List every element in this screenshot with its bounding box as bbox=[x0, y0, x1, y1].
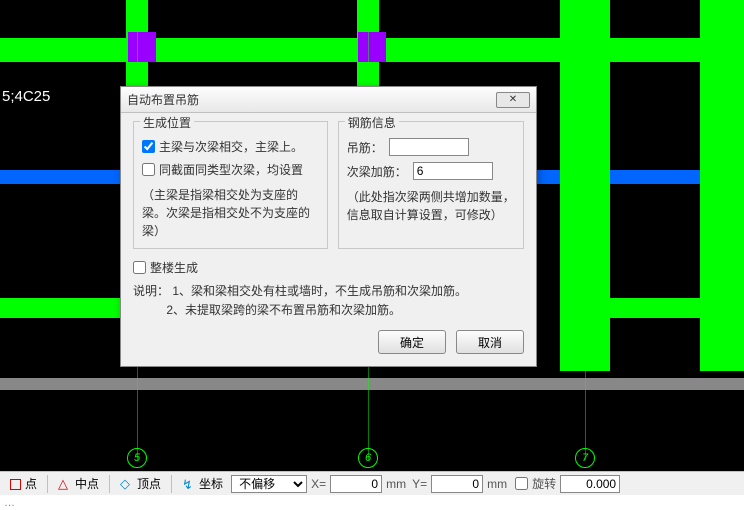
cancel-button[interactable]: 取消 bbox=[456, 330, 524, 354]
dimension-label: 5;4C25 bbox=[2, 88, 50, 105]
footer-text: … bbox=[4, 497, 15, 509]
y-input[interactable] bbox=[431, 475, 483, 493]
explain-label: 说明： bbox=[133, 284, 169, 298]
grid-bubble-6: 6 bbox=[358, 448, 378, 468]
checkbox-whole-floor-label: 整楼生成 bbox=[150, 259, 198, 276]
fieldset-rebar-info: 钢筋信息 吊筋： 次梁加筋： （此处指次梁两侧共增加数量，信息取自计算设置，可修… bbox=[338, 121, 524, 249]
ciliang-label: 次梁加筋： bbox=[347, 163, 407, 180]
status-bar: 点 中点 顶点 ↯ 坐标 不偏移 X= mm Y= mm 旋转 bbox=[0, 471, 744, 495]
footer-strip: … bbox=[0, 495, 744, 510]
separator bbox=[47, 475, 48, 493]
rotate-checkbox[interactable] bbox=[515, 477, 528, 490]
checkbox-main-secondary[interactable]: 主梁与次梁相交，主梁上。 bbox=[142, 138, 319, 155]
grid-bubble-7: 7 bbox=[575, 448, 595, 468]
explain-line2: 2、未提取梁跨的梁不布置吊筋和次梁加筋。 bbox=[166, 303, 401, 317]
beam-h bbox=[0, 38, 560, 62]
coord-label: 坐标 bbox=[199, 475, 223, 492]
rotate-label: 旋转 bbox=[530, 475, 558, 492]
checkbox-main-secondary-label: 主梁与次梁相交，主梁上。 bbox=[159, 138, 303, 155]
snap-toppoint-button[interactable]: 顶点 bbox=[114, 473, 167, 494]
snap-midpoint-button[interactable]: 中点 bbox=[52, 473, 105, 494]
beam-h bbox=[0, 298, 120, 318]
checkbox-same-section-label: 同截面同类型次梁，均设置 bbox=[159, 161, 303, 178]
grid-bubble-5: 5 bbox=[127, 448, 147, 468]
dialog-title-text: 自动布置吊筋 bbox=[127, 91, 199, 108]
checkbox-whole-floor[interactable]: 整楼生成 bbox=[133, 259, 524, 276]
snap-endpoint-button[interactable]: 点 bbox=[2, 473, 43, 494]
snap-toppoint-label: 顶点 bbox=[137, 475, 161, 492]
ciliang-input[interactable] bbox=[413, 162, 493, 180]
snap-midpoint-label: 中点 bbox=[75, 475, 99, 492]
rotate-input[interactable] bbox=[560, 475, 620, 493]
legend-gen-position: 生成位置 bbox=[140, 114, 194, 131]
diaojin-label: 吊筋： bbox=[347, 139, 383, 156]
offset-mode-select[interactable]: 不偏移 bbox=[231, 475, 307, 493]
separator bbox=[171, 475, 172, 493]
column-purple bbox=[128, 32, 156, 62]
y-label: Y= bbox=[410, 477, 429, 491]
toppoint-icon bbox=[120, 477, 134, 491]
explain-line1: 1、梁和梁相交处有柱或墙时，不生成吊筋和次梁加筋。 bbox=[172, 284, 467, 298]
rebar-note: （此处指次梁两侧共增加数量，信息取自计算设置，可修改） bbox=[347, 188, 515, 224]
checkbox-same-section[interactable]: 同截面同类型次梁，均设置 bbox=[142, 161, 319, 178]
checkbox-main-secondary-input[interactable] bbox=[142, 140, 155, 153]
x-input[interactable] bbox=[330, 475, 382, 493]
snap-endpoint-label: 点 bbox=[25, 475, 37, 492]
midpoint-icon bbox=[58, 477, 72, 491]
column-purple bbox=[358, 32, 386, 62]
beam-v bbox=[700, 0, 744, 371]
coord-button[interactable]: ↯ 坐标 bbox=[176, 473, 229, 494]
dialog-titlebar[interactable]: 自动布置吊筋 ✕ bbox=[121, 87, 536, 113]
separator bbox=[109, 475, 110, 493]
endpoint-icon bbox=[8, 477, 22, 491]
checkbox-whole-floor-input[interactable] bbox=[133, 261, 146, 274]
legend-rebar-info: 钢筋信息 bbox=[345, 114, 399, 131]
close-icon[interactable]: ✕ bbox=[496, 92, 530, 108]
fieldset-gen-position: 生成位置 主梁与次梁相交，主梁上。 同截面同类型次梁，均设置 （主梁是指梁相交处… bbox=[133, 121, 328, 249]
coord-icon: ↯ bbox=[182, 477, 196, 491]
x-unit: mm bbox=[384, 477, 408, 491]
ok-button[interactable]: 确定 bbox=[378, 330, 446, 354]
diaojin-input[interactable] bbox=[389, 138, 469, 156]
dialog-auto-hanger-bar: 自动布置吊筋 ✕ 生成位置 主梁与次梁相交，主梁上。 同截面同类型次梁，均设置 … bbox=[120, 86, 537, 367]
x-label: X= bbox=[309, 477, 328, 491]
grid-line bbox=[585, 0, 586, 460]
gen-position-note: （主梁是指梁相交处为支座的梁。次梁是指相交处不为支座的梁） bbox=[142, 186, 319, 240]
y-unit: mm bbox=[485, 477, 509, 491]
checkbox-same-section-input[interactable] bbox=[142, 163, 155, 176]
floor-band bbox=[0, 378, 744, 390]
